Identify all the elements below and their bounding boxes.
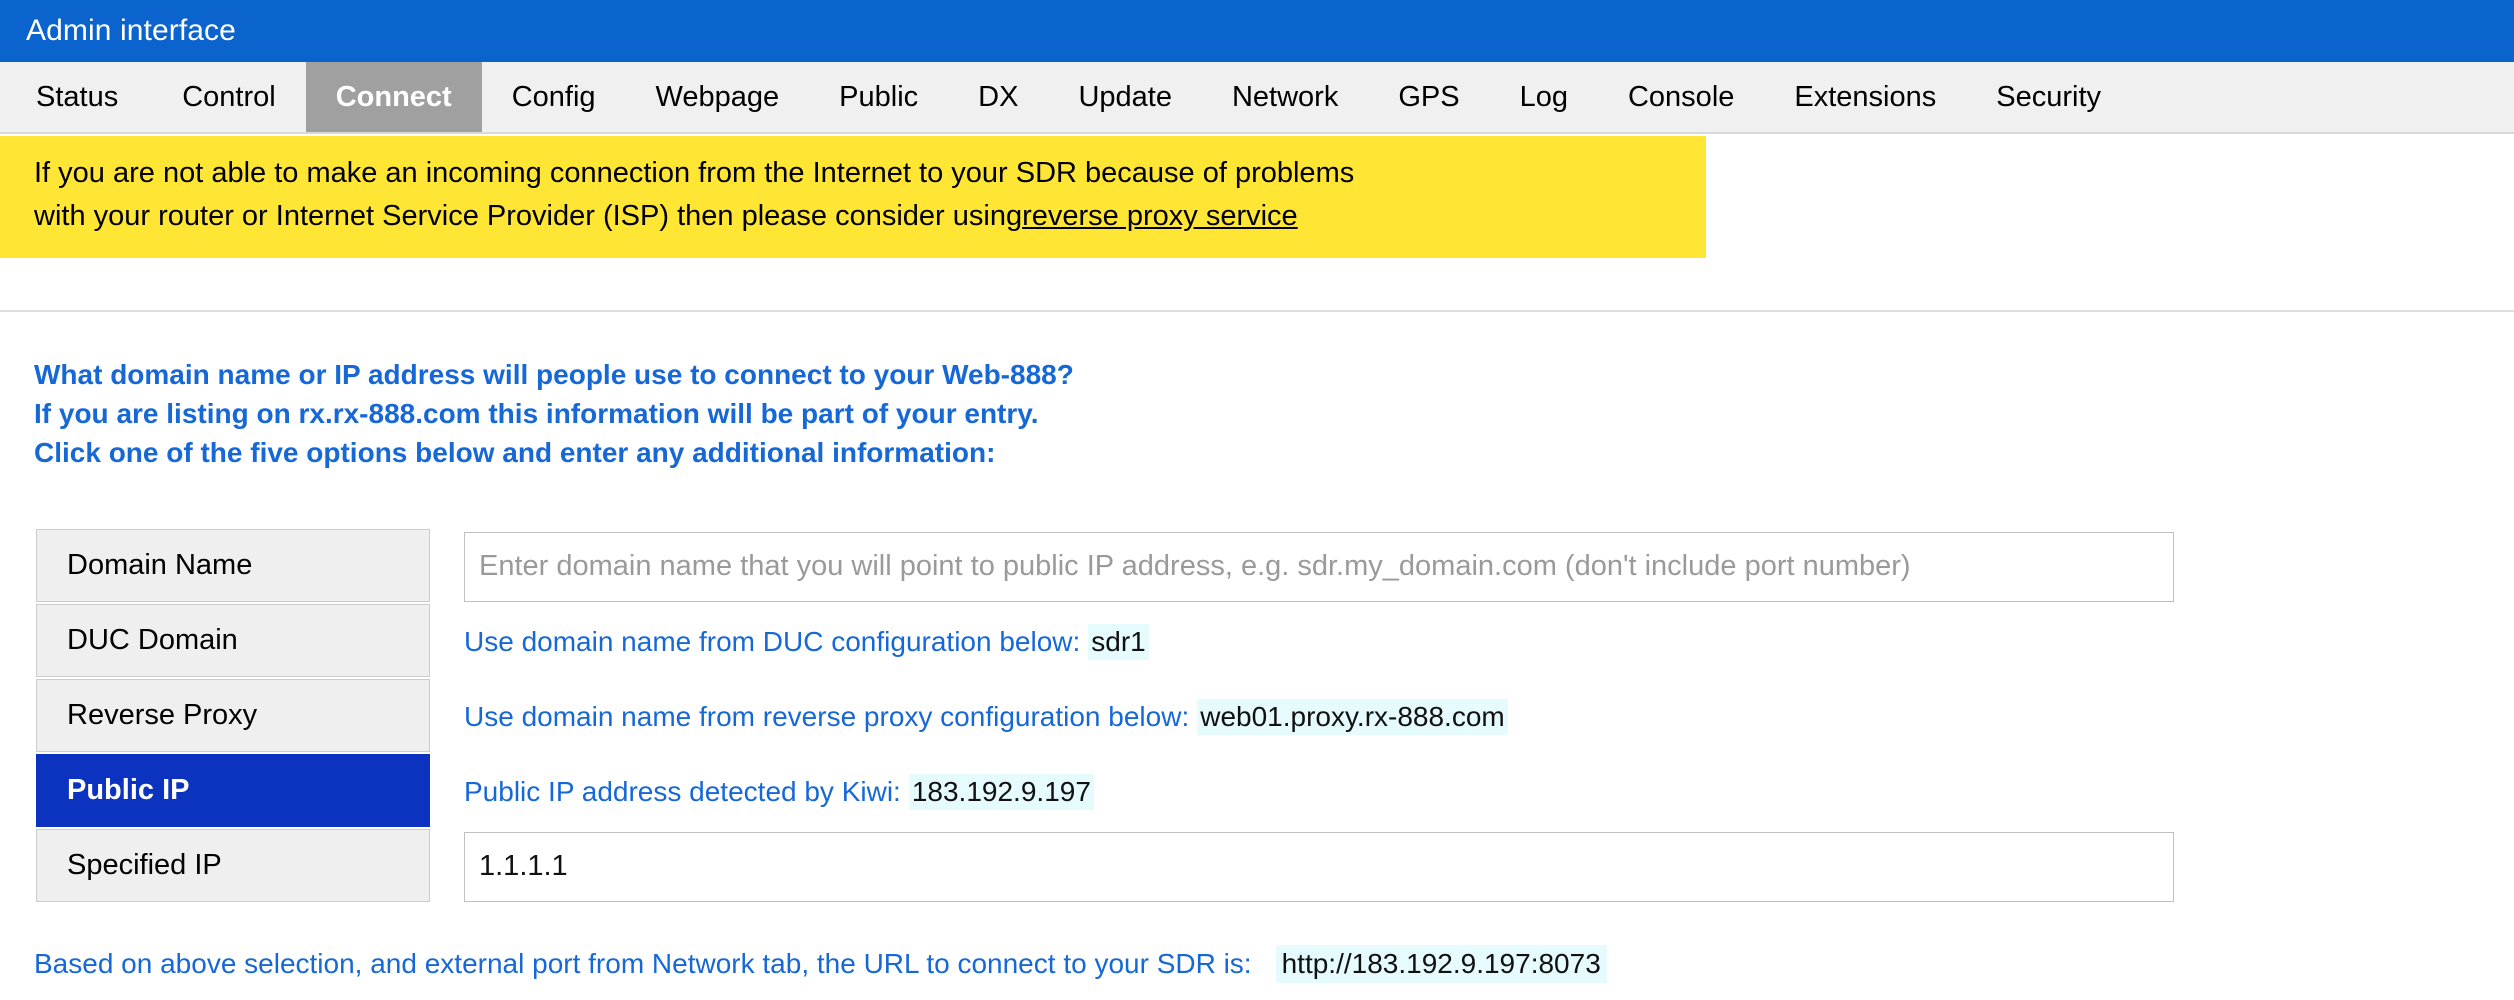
tab-public[interactable]: Public	[809, 62, 948, 132]
tab-network[interactable]: Network	[1202, 62, 1368, 132]
tab-label: Connect	[335, 80, 452, 113]
tab-label: GPS	[1398, 80, 1460, 113]
notice-line-2-text: with your router or Internet Service Pro…	[34, 200, 1023, 232]
reverse-proxy-label: Use domain name from reverse proxy confi…	[464, 700, 1190, 732]
tab-security[interactable]: Security	[1966, 62, 2131, 132]
chooser-item-duc-domain[interactable]: DUC Domain	[36, 604, 430, 677]
tab-console[interactable]: Console	[1598, 62, 1764, 132]
field-row-reverse-proxy: Use domain name from reverse proxy confi…	[464, 679, 2174, 754]
public-ip-value: 183.192.9.197	[908, 773, 1094, 810]
chooser-item-specified-ip[interactable]: Specified IP	[36, 829, 430, 902]
tab-dx[interactable]: DX	[948, 62, 1048, 132]
tab-config[interactable]: Config	[482, 62, 626, 132]
chooser-item-public-ip[interactable]: Public IP	[36, 754, 430, 827]
duc-domain-value: sdr1	[1088, 623, 1149, 660]
connect-instructions: What domain name or IP address will peop…	[34, 355, 1634, 472]
tab-webpage[interactable]: Webpage	[626, 62, 810, 132]
page-title: Admin interface	[26, 14, 236, 47]
tab-control[interactable]: Control	[152, 62, 306, 132]
field-row-duc-domain: Use domain name from DUC configuration b…	[464, 604, 2174, 679]
connect-fields: Use domain name from DUC configuration b…	[464, 529, 2174, 904]
tab-label: Update	[1078, 80, 1172, 113]
connect-mode-list: Domain Name DUC Domain Reverse Proxy Pub…	[36, 529, 430, 904]
chooser-item-label: Domain Name	[67, 549, 253, 581]
duc-domain-label: Use domain name from DUC configuration b…	[464, 625, 1081, 657]
notice-line-1: If you are not able to make an incoming …	[34, 157, 1355, 189]
tab-log[interactable]: Log	[1490, 62, 1598, 132]
public-ip-label: Public IP address detected by Kiwi:	[464, 775, 901, 807]
instruction-line-3: Click one of the five options below and …	[34, 437, 996, 468]
field-row-public-ip: Public IP address detected by Kiwi: 183.…	[464, 754, 2174, 829]
notice-line-2: with your router or Internet Service Pro…	[34, 195, 1680, 238]
field-row-specified-ip	[464, 829, 2174, 904]
resulting-url-line: Based on above selection, and external p…	[34, 945, 1607, 983]
tab-label: Extensions	[1794, 80, 1937, 113]
tab-label: Webpage	[655, 80, 780, 113]
tab-connect[interactable]: Connect	[305, 62, 482, 132]
reverse-proxy-notice: If you are not able to make an incoming …	[0, 136, 1706, 258]
resulting-url-label: Based on above selection, and external p…	[34, 948, 1252, 979]
tab-label: Log	[1519, 80, 1568, 113]
chooser-item-domain-name[interactable]: Domain Name	[36, 529, 430, 602]
chooser-item-reverse-proxy[interactable]: Reverse Proxy	[36, 679, 430, 752]
reverse-proxy-service-link[interactable]: reverse proxy service	[1022, 200, 1298, 232]
tab-gps[interactable]: GPS	[1368, 62, 1489, 132]
reverse-proxy-value: web01.proxy.rx-888.com	[1197, 698, 1508, 735]
chooser-item-label: Specified IP	[67, 849, 222, 881]
instruction-line-2: If you are listing on rx.rx-888.com this…	[34, 398, 1039, 429]
tab-label: Network	[1231, 80, 1339, 113]
chooser-item-label: Public IP	[67, 774, 190, 806]
tab-label: Status	[36, 80, 119, 113]
tab-label: Security	[1996, 80, 2102, 113]
resulting-url-value: http://183.192.9.197:8073	[1275, 945, 1607, 983]
tab-label: Config	[511, 80, 596, 113]
specified-ip-input[interactable]	[464, 831, 2174, 902]
tab-status[interactable]: Status	[0, 62, 152, 132]
main-tabbar: Status Control Connect Config Webpage Pu…	[0, 62, 2514, 134]
tab-update[interactable]: Update	[1048, 62, 1202, 132]
section-divider	[0, 310, 2514, 312]
tab-label: DX	[978, 80, 1019, 113]
field-row-domain-name	[464, 529, 2174, 604]
instruction-line-1: What domain name or IP address will peop…	[34, 359, 1074, 390]
tab-extensions[interactable]: Extensions	[1764, 62, 1966, 132]
tab-label: Console	[1627, 80, 1735, 113]
admin-titlebar: Admin interface	[0, 0, 2514, 62]
chooser-item-label: Reverse Proxy	[67, 699, 258, 731]
domain-name-input[interactable]	[464, 531, 2174, 602]
tab-label: Control	[182, 80, 276, 113]
chooser-item-label: DUC Domain	[67, 624, 238, 656]
tab-label: Public	[839, 80, 919, 113]
